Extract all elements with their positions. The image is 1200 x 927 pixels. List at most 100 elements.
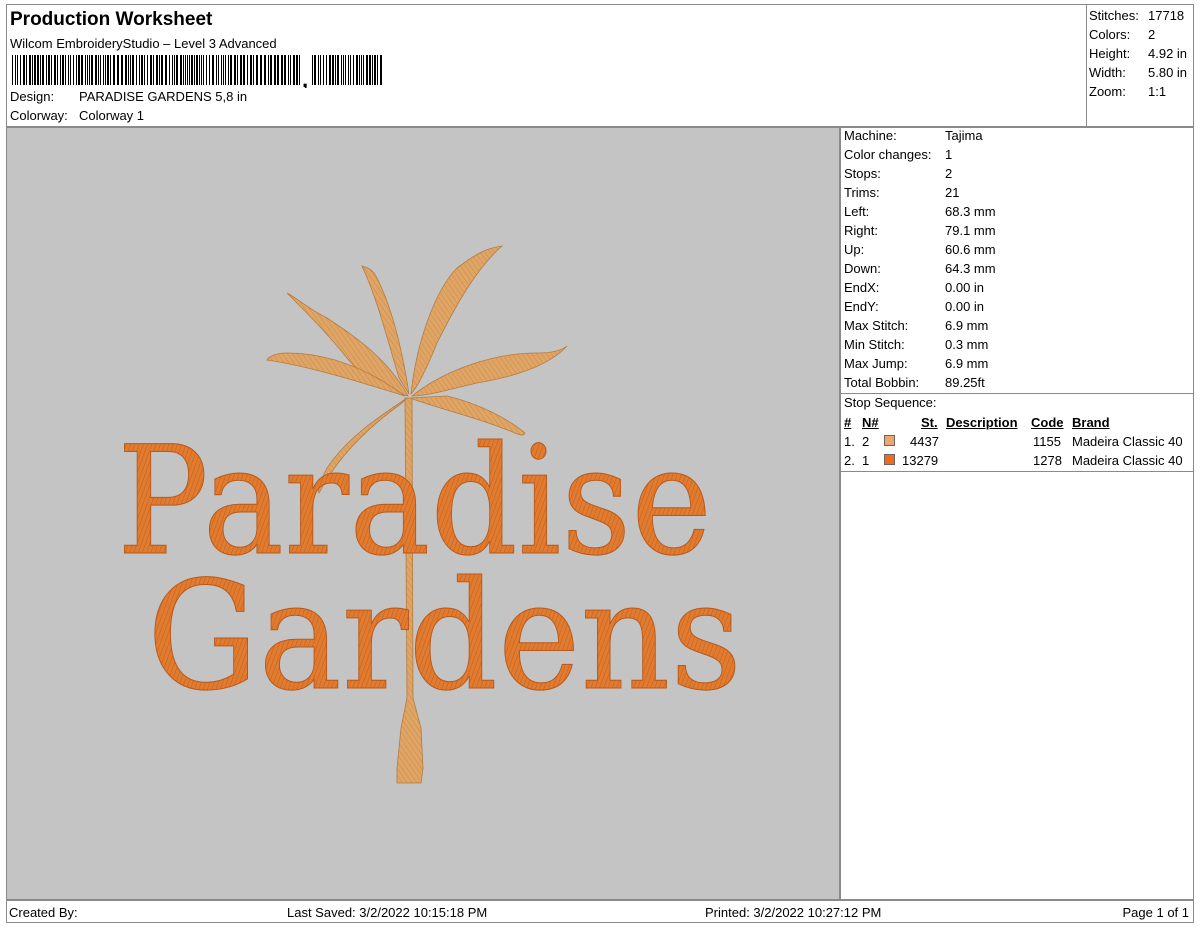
page-number: Page 1 of 1 — [1122, 905, 1190, 920]
barcode-bar — [350, 55, 351, 85]
worksheet-footer: Created By: Last Saved: 3/2/2022 10:15:1… — [6, 900, 1194, 923]
barcode-bar — [156, 55, 158, 85]
barcode-bar — [243, 55, 245, 85]
info-total-bobbin: Total Bobbin: 89.25ft — [844, 375, 985, 390]
colorway-row: Colorway: Colorway 1 — [10, 108, 144, 123]
barcode-bar — [169, 55, 170, 85]
barcode-bar — [194, 55, 195, 85]
barcode-bar — [256, 55, 258, 85]
info-value: 0.00 in — [945, 299, 985, 314]
barcode-bar — [290, 55, 291, 85]
barcode-bar — [144, 55, 145, 85]
barcode-bar — [250, 55, 252, 85]
stat-label: Zoom: — [1089, 84, 1126, 99]
info-value: 60.6 mm — [945, 242, 996, 257]
info-label: Right: — [844, 223, 878, 238]
row-code: 1155 — [1033, 434, 1061, 449]
info-label: Down: — [844, 261, 881, 276]
info-label: Max Stitch: — [844, 318, 909, 333]
info-value: 6.9 mm — [945, 318, 989, 333]
row-num: 1. — [844, 434, 855, 449]
barcode-bar — [26, 55, 27, 85]
info-value: Tajima — [945, 128, 983, 143]
stat-value: 2 — [1148, 27, 1156, 42]
barcode-bar — [312, 55, 313, 85]
paradise-gardens-lettering: Paradise Gardens — [117, 415, 743, 725]
barcode-bar — [60, 55, 61, 85]
barcode-bar — [314, 55, 316, 85]
info-label: Total Bobbin: — [844, 375, 920, 390]
info-endx: EndX: 0.00 in — [844, 280, 984, 295]
barcode-bar — [296, 55, 298, 85]
stat-value: 17718 — [1148, 8, 1185, 23]
barcode-bar — [29, 55, 31, 85]
info-label: Machine: — [844, 128, 897, 143]
info-label: EndY: — [844, 299, 879, 314]
info-stops: Stops: 2 — [844, 166, 952, 181]
barcode-bar — [284, 55, 286, 85]
row-num: 2. — [844, 453, 855, 468]
barcode-bar — [159, 55, 160, 85]
barcode-bar — [268, 55, 269, 85]
info-value: 64.3 mm — [945, 261, 996, 276]
stat-zoom: Zoom: 1:1 — [1089, 84, 1166, 99]
barcode-bar — [68, 55, 69, 85]
barcode-bar — [348, 55, 349, 85]
row-code: 1278 — [1033, 453, 1062, 468]
row-needle: 2 — [862, 434, 870, 449]
info-color-changes: Color changes: 1 — [844, 147, 952, 162]
barcode-bar — [165, 55, 167, 85]
barcode-bar — [32, 55, 33, 85]
barcode-bar — [113, 55, 115, 85]
col-header-code: Code — [1031, 415, 1064, 430]
barcode-bar — [228, 55, 229, 85]
barcode-bar — [73, 55, 74, 85]
barcode-bar — [110, 55, 111, 85]
barcode-bar — [335, 55, 336, 85]
design-value: PARADISE GARDENS 5,8 in — [79, 89, 248, 104]
barcode-bar — [288, 55, 289, 85]
barcode-bar — [343, 55, 344, 85]
stat-height: Height: 4.92 in — [1089, 46, 1187, 61]
machine-info-panel: Machine: Tajima Color changes: 1 Stops: 2 T… — [840, 127, 1194, 900]
barcode-bar — [17, 55, 18, 85]
barcode-bar — [46, 55, 47, 85]
barcode-bar — [216, 55, 217, 85]
barcode-bar — [320, 55, 321, 85]
barcode-bar — [247, 55, 248, 85]
col-header-description: Description — [946, 415, 1018, 430]
barcode-bar — [40, 55, 41, 85]
design-label: Design: — [10, 89, 55, 104]
worksheet-header: Production Worksheet Wilcom EmbroiderySt… — [6, 4, 1086, 127]
info-label: Min Stitch: — [844, 337, 905, 352]
color-swatch — [884, 454, 895, 465]
barcode-bar — [274, 55, 276, 85]
info-down: Down: 64.3 mm — [844, 261, 996, 276]
design-row: Design: PARADISE GARDENS 5,8 in — [10, 89, 247, 104]
barcode-bar — [230, 55, 232, 85]
design-preview[interactable]: Paradise Gardens — [6, 127, 840, 900]
barcode-bar — [326, 55, 327, 85]
info-endy: EndY: 0.00 in — [844, 299, 984, 314]
barcode-bar — [98, 55, 99, 85]
barcode-bar — [70, 55, 71, 85]
barcode-bar — [121, 55, 123, 85]
stat-label: Height: — [1089, 46, 1131, 61]
info-label: Max Jump: — [844, 356, 908, 371]
barcode-bar — [147, 55, 148, 85]
info-value: 1 — [945, 147, 953, 162]
barcode-bar — [281, 55, 283, 85]
barcode-bar — [128, 55, 129, 85]
barcode-bar — [206, 55, 207, 85]
barcode-bar — [203, 55, 204, 85]
info-up: Up: 60.6 mm — [844, 242, 996, 257]
barcode-bar — [57, 55, 58, 85]
stat-value: 1:1 — [1148, 84, 1167, 99]
divider — [841, 393, 1193, 394]
info-value: 0.00 in — [945, 280, 985, 295]
barcode-bar — [369, 55, 371, 85]
barcode-bar — [201, 55, 202, 85]
barcode-bar — [189, 55, 190, 85]
barcode-bar — [270, 55, 272, 85]
barcode-bar — [196, 55, 198, 85]
